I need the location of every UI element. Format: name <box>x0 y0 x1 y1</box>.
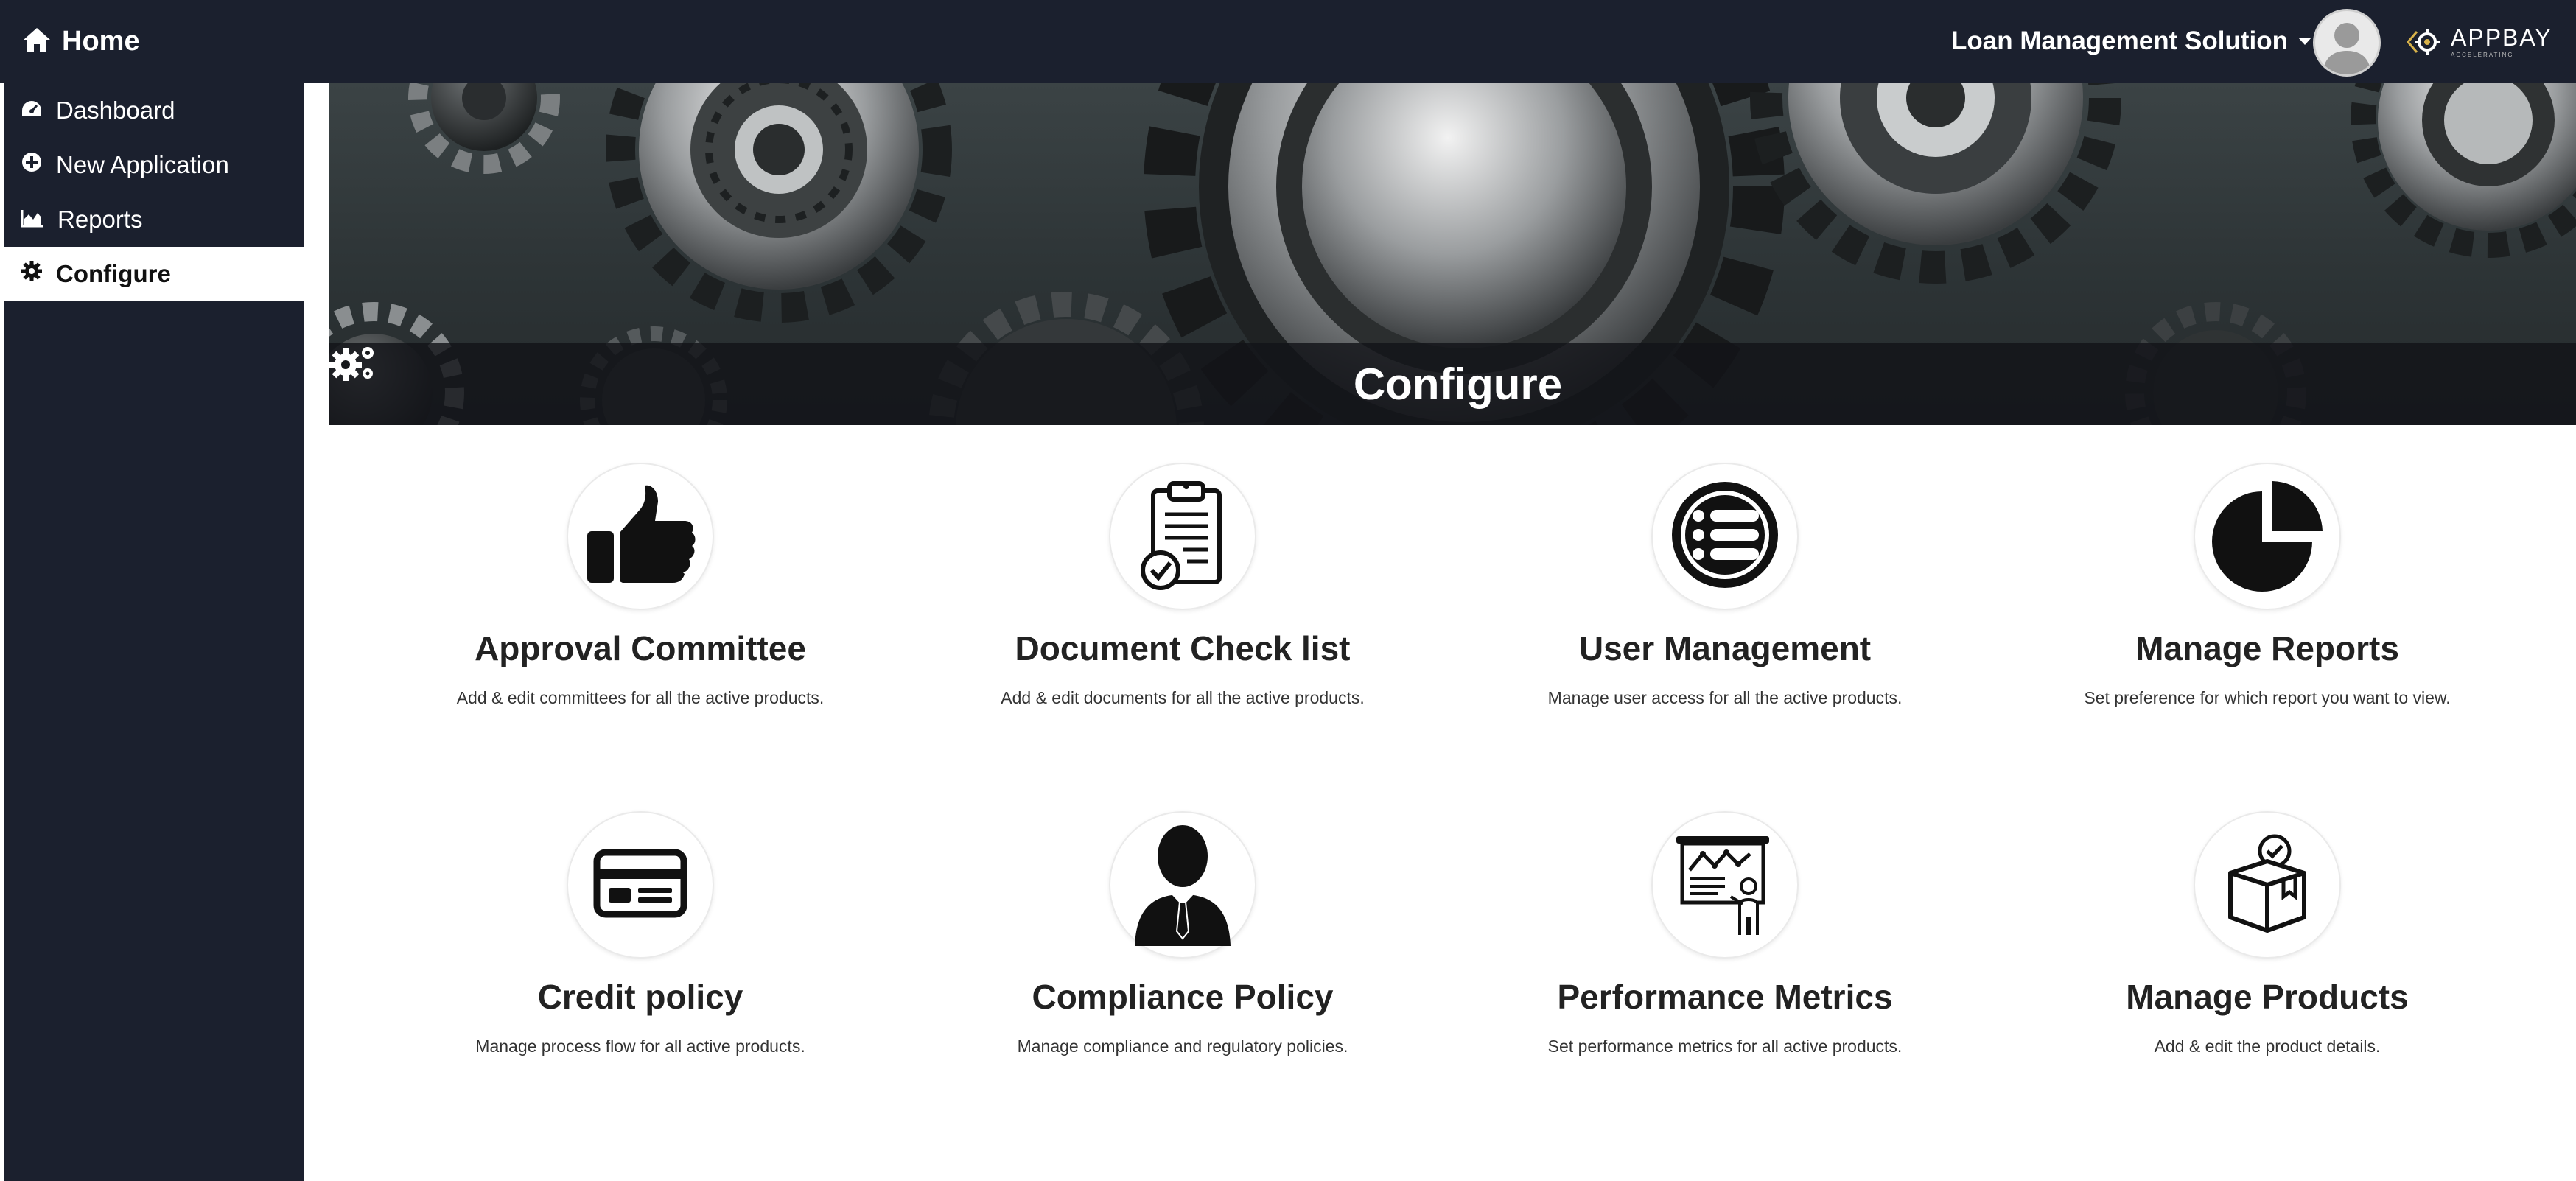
sidebar-item-label: New Application <box>56 151 229 178</box>
banner-title-bar: Configure <box>329 343 2576 425</box>
sidebar-item-reports[interactable]: Reports <box>4 192 304 247</box>
card-description: Add & edit documents for all the active … <box>1001 688 1365 707</box>
person-suit-icon <box>1127 821 1238 950</box>
card-title: Document Check list <box>1015 629 1351 667</box>
card-icon-circle <box>1651 811 1799 959</box>
card-compliance-policy[interactable]: Compliance Policy Manage compliance and … <box>911 811 1454 1106</box>
caret-down-icon <box>2297 38 2311 45</box>
banner-title: Configure <box>1353 359 1563 409</box>
card-title: Manage Reports <box>2135 629 2399 667</box>
pie-chart-icon <box>2205 472 2330 601</box>
card-description: Add & edit committees for all the active… <box>456 688 825 707</box>
sidebar-item-label: Dashboard <box>56 97 175 124</box>
card-performance-metrics[interactable]: Performance Metrics Set performance metr… <box>1454 811 1996 1106</box>
home-link[interactable]: Home <box>22 22 140 60</box>
card-icon-circle <box>1109 463 1256 610</box>
card-icon-circle <box>567 811 714 959</box>
appbay-logo: APPBAY ACCELERATING <box>2402 16 2561 68</box>
area-chart-icon <box>21 206 44 234</box>
configure-banner: Configure <box>329 83 2576 425</box>
card-title: Manage Products <box>2126 978 2409 1016</box>
avatar[interactable] <box>2313 9 2381 77</box>
card-title: Approval Committee <box>475 629 806 667</box>
logo-subtext: ACCELERATING <box>2451 52 2514 58</box>
sidebar-item-new-application[interactable]: New Application <box>4 138 304 192</box>
home-label: Home <box>62 25 140 57</box>
card-manage-reports[interactable]: Manage Reports Set preference for which … <box>1996 463 2538 757</box>
logo-text: APPBAY <box>2451 24 2552 51</box>
card-user-management[interactable]: User Management Manage user access for a… <box>1454 463 1996 757</box>
card-description: Manage process flow for all active produ… <box>475 1037 805 1056</box>
card-icon-circle <box>2194 463 2341 610</box>
list-circle-icon <box>1666 476 1784 597</box>
sidebar-item-label: Reports <box>57 206 143 233</box>
card-icon-circle <box>567 463 714 610</box>
product-label: Loan Management Solution <box>1951 27 2288 55</box>
card-description: Manage user access for all the active pr… <box>1547 688 1903 707</box>
card-description: Set preference for which report you want… <box>2084 688 2451 707</box>
card-icon-circle <box>1109 811 1256 959</box>
gear-icon <box>21 260 43 288</box>
card-description: Add & edit the product details. <box>2154 1037 2381 1056</box>
sidebar: Dashboard New Application Reports Config… <box>0 83 304 1181</box>
presentation-board-icon <box>1673 832 1777 939</box>
card-description: Set performance metrics for all active p… <box>1547 1037 1903 1056</box>
card-document-checklist[interactable]: Document Check list Add & edit documents… <box>911 463 1454 757</box>
home-icon <box>22 27 52 57</box>
card-manage-products[interactable]: Manage Products Add & edit the product d… <box>1996 811 2538 1106</box>
card-description: Manage compliance and regulatory policie… <box>1017 1037 1348 1056</box>
card-title: Credit policy <box>537 978 743 1016</box>
card-icon-circle <box>2194 811 2341 959</box>
clipboard-check-icon <box>1131 476 1234 597</box>
card-approval-committee[interactable]: Approval Committee Add & edit committees… <box>369 463 911 757</box>
card-icon-circle <box>1651 463 1799 610</box>
credit-card-icon <box>592 847 688 924</box>
box-check-icon <box>2223 832 2311 939</box>
dashboard-icon <box>21 97 43 125</box>
sidebar-item-label: Configure <box>56 260 171 287</box>
plus-circle-icon <box>21 151 43 179</box>
card-credit-policy[interactable]: Credit policy Manage process flow for al… <box>369 811 911 1106</box>
thumbs-up-icon <box>581 480 699 594</box>
product-dropdown[interactable]: Loan Management Solution <box>1951 22 2311 60</box>
top-navbar: Home Loan Management Solution APPBAY ACC… <box>0 0 2576 83</box>
card-title: Performance Metrics <box>1557 978 1893 1016</box>
card-title: Compliance Policy <box>1032 978 1334 1016</box>
sidebar-item-configure[interactable]: Configure <box>4 247 304 301</box>
card-title: User Management <box>1578 629 1872 667</box>
sidebar-item-dashboard[interactable]: Dashboard <box>4 83 304 138</box>
